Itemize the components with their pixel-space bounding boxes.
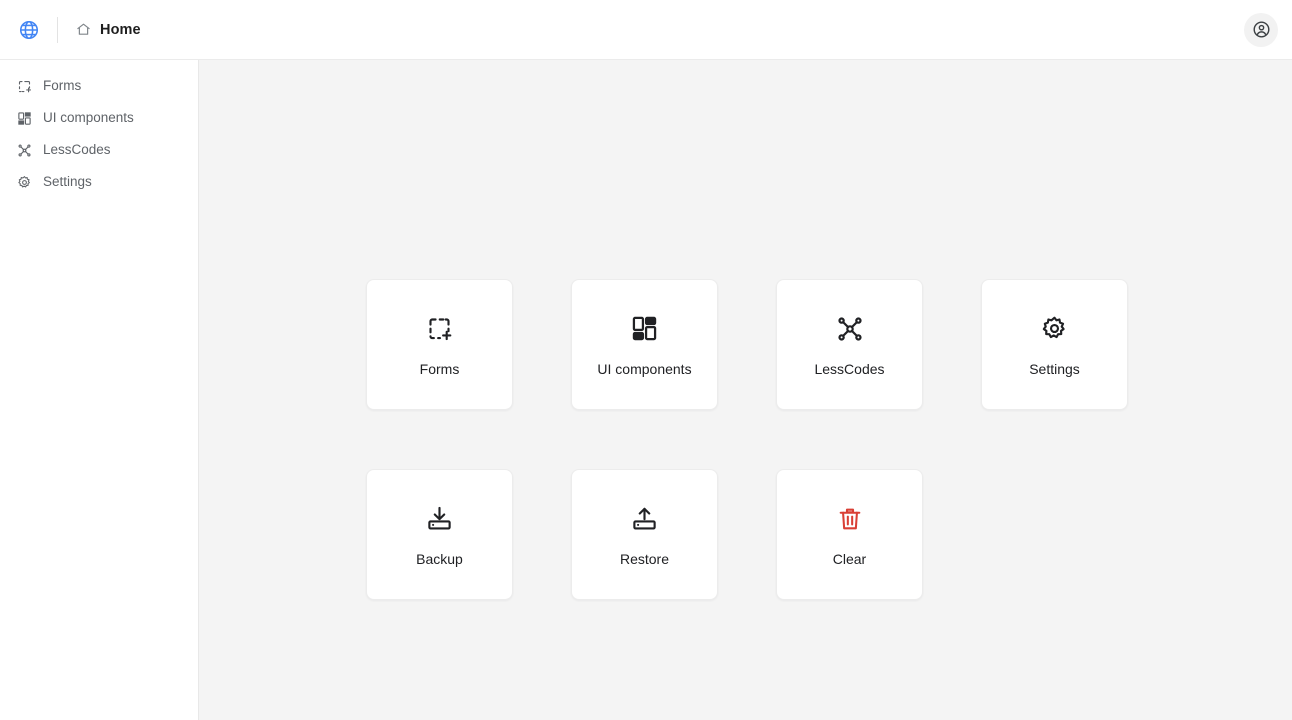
tile-backup[interactable]: Backup [366,469,513,600]
breadcrumb[interactable]: Home [76,22,141,38]
sidebar-item-label: LessCodes [43,142,111,158]
dashed-square-plus-icon [426,314,453,344]
gear-icon [16,174,32,190]
sidebar-item-label: Forms [43,78,82,94]
top-bar: Home [0,0,1292,60]
tile-label: UI components [597,360,692,377]
sidebar-item-label: UI components [43,110,134,126]
dashed-square-plus-icon [16,78,32,94]
trash-icon [837,504,863,534]
tile-grid: Forms UI components LessCodes Settings B… [366,279,1131,600]
brand-logo-button[interactable] [0,19,57,41]
globe-icon [19,20,38,39]
tile-lesscodes[interactable]: LessCodes [776,279,923,410]
body-row: Forms UI components LessCodes Settings F… [0,60,1292,720]
layout-blocks-icon [16,110,32,126]
gear-icon [1041,314,1068,344]
tile-label: Clear [832,550,867,567]
tile-label: Backup [416,550,463,567]
upload-tray-icon [631,504,658,534]
tile-restore[interactable]: Restore [571,469,718,600]
sidebar-item-forms[interactable]: Forms [0,70,198,102]
tile-clear[interactable]: Clear [776,469,923,600]
node-network-icon [16,142,32,158]
breadcrumb-label: Home [100,21,141,38]
main-canvas: Forms UI components LessCodes Settings B… [199,60,1292,720]
sidebar-item-settings[interactable]: Settings [0,166,198,198]
tile-area: Forms UI components LessCodes Settings B… [366,279,1131,600]
topbar-divider [57,16,58,43]
layout-blocks-icon [631,314,658,344]
tile-label: Settings [1029,360,1080,377]
sidebar-item-lesscodes[interactable]: LessCodes [0,134,198,166]
tile-settings[interactable]: Settings [981,279,1128,410]
download-tray-icon [426,504,453,534]
sidebar-item-ui-components[interactable]: UI components [0,102,198,134]
home-icon [77,23,90,35]
node-network-icon [836,314,864,344]
tile-label: Restore [619,550,670,567]
avatar-button[interactable] [1244,12,1278,47]
sidebar: Forms UI components LessCodes Settings [0,60,199,720]
tile-ui-components[interactable]: UI components [571,279,718,410]
user-circle-icon [1253,21,1269,38]
tile-label: LessCodes [814,360,885,377]
sidebar-item-label: Settings [43,174,92,190]
app-root: Home Forms UI components LessCodes Setti… [0,0,1292,720]
tile-forms[interactable]: Forms [366,279,513,410]
tile-label: Forms [419,360,460,377]
